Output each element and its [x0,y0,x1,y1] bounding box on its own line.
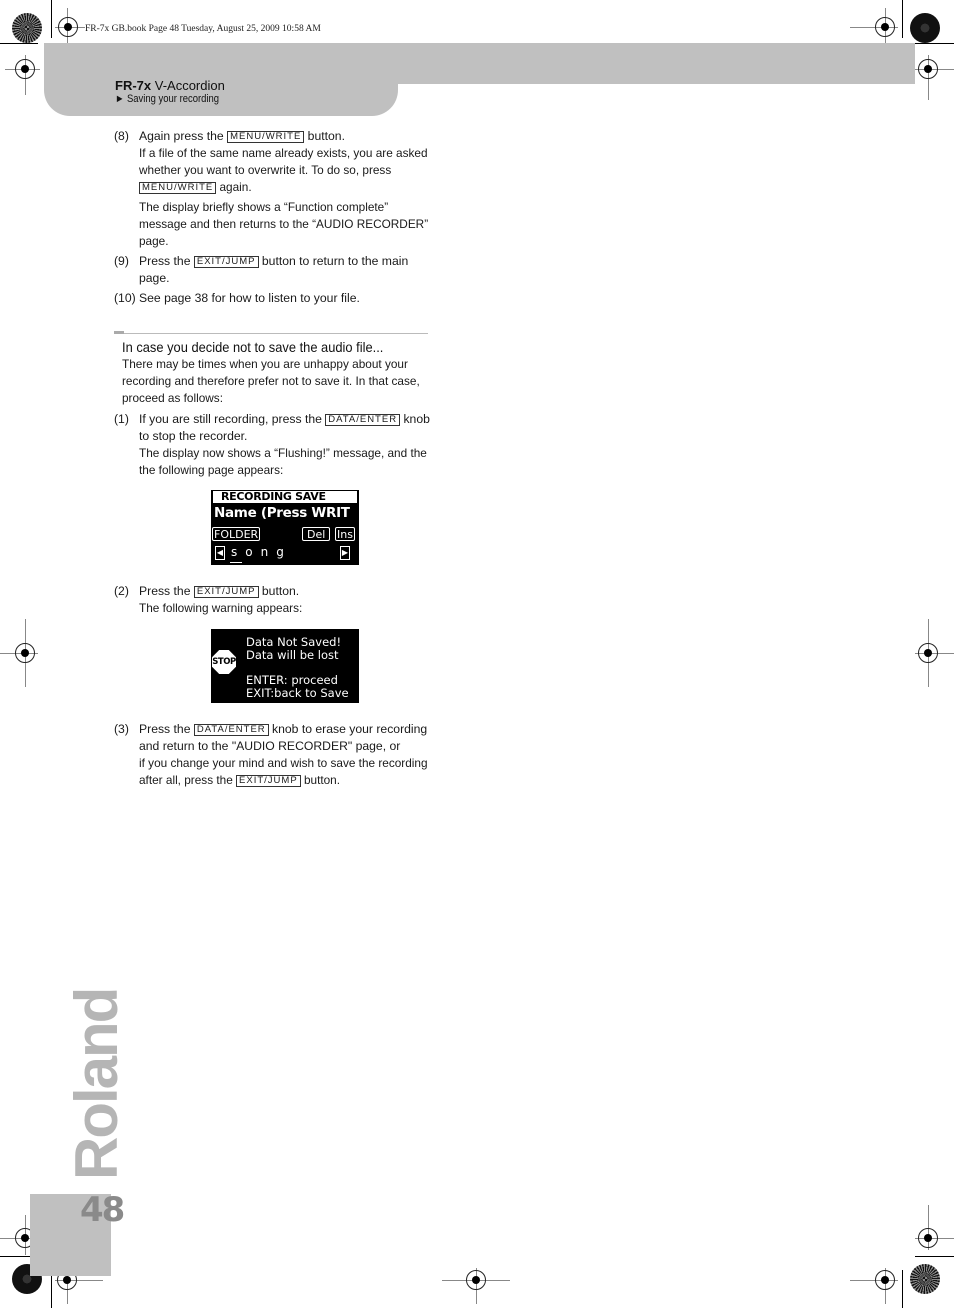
section-divider [114,331,428,334]
crop-mark [915,43,954,44]
lcd-ins-button: Ins [335,527,355,541]
step-text: Press the EXIT/JUMP button to return to … [139,254,409,285]
lcd-warning: STOP Data Not Saved! Data will be lost E… [211,629,359,703]
crosshair-icon [918,1228,938,1248]
registration-star-icon [910,1264,940,1294]
step-text: Press the EXIT/JUMP button. [139,584,300,598]
product-name: V-Accordion [151,78,225,93]
step-9: (9) Press the EXIT/JUMP button to return… [114,253,434,287]
key-label: MENU/WRITE [227,131,305,143]
step-number: (1) [114,412,129,426]
step-detail: The display now shows a “Flushing!” mess… [139,446,427,477]
crop-mark [902,1270,903,1308]
lcd-title: RECORDING SAVE [213,491,357,503]
step-number: (10) [114,291,136,305]
step-text: If you are still recording, press the DA… [139,412,430,443]
step-text: Again press the MENU/WRITE button. [139,129,345,143]
key-label: EXIT/JUMP [236,775,301,787]
key-label: DATA/ENTER [325,414,401,426]
roland-logo: Roland [63,988,130,1180]
section-heading: In case you decide not to save the audio… [122,339,384,355]
lcd-name-line: Name (Press WRIT [214,505,350,521]
step-10: (10) See page 38 for how to listen to yo… [114,290,434,307]
step-detail: if you change your mind and wish to save… [139,756,428,787]
step-text: See page 38 for how to listen to your fi… [139,291,360,305]
lcd-folder-button: FOLDER [212,527,261,541]
lcd-file-name: song [231,545,292,559]
key-label: EXIT/JUMP [193,586,259,598]
step-number: (9) [114,254,129,268]
step-text: Press the DATA/ENTER knob to erase your … [139,722,428,753]
crop-mark [0,43,38,44]
crop-mark [51,0,52,38]
lcd-del-button: Del [302,527,331,541]
crosshair-icon [918,59,938,79]
key-label: MENU/WRITE [139,182,217,194]
step-3: (3) Press the DATA/ENTER knob to erase y… [114,721,434,755]
right-arrow-icon: ▶ [340,546,350,560]
step-1: (1) If you are still recording, press th… [114,411,434,445]
lcd-warning-line: EXIT:back to Save [246,686,349,700]
crosshair-icon [875,17,895,37]
step-8: (8) Again press the MENU/WRITE button. [114,128,434,145]
key-label: DATA/ENTER [193,724,269,736]
lcd-recording-save: RECORDING SAVE Name (Press WRIT FOLDER D… [211,490,359,565]
crosshair-icon [15,59,35,79]
breadcrumb: ► Saving your recording [115,93,220,105]
crop-mark [915,1256,954,1257]
step-number: (3) [114,722,129,736]
step-number: (8) [114,129,129,143]
crosshair-icon [58,17,78,37]
step-detail: The display briefly shows a “Function co… [139,200,429,248]
header-title: FR-7x V-Accordion [115,78,225,93]
page-number: 48 [80,1190,125,1230]
crosshair-icon [15,643,35,663]
registration-star-icon [910,13,940,43]
lcd-cursor [230,562,242,563]
section-intro: There may be times when you are unhappy … [122,357,420,405]
file-info: FR-7x GB.book Page 48 Tuesday, August 25… [85,24,321,34]
crosshair-icon [918,643,938,663]
key-label: EXIT/JUMP [193,256,259,268]
stop-sign-icon: STOP [212,650,236,674]
left-arrow-icon: ◀ [215,546,225,560]
crosshair-icon [875,1270,895,1290]
crop-mark [902,0,903,38]
step-detail: The following warning appears: [139,601,303,615]
registration-star-icon [12,13,42,43]
lcd-warning-line: Data will be lost [246,648,339,662]
model-name: FR-7x [115,78,152,93]
crosshair-icon [466,1270,486,1290]
step-number: (2) [114,584,129,598]
step-2: (2) Press the EXIT/JUMP button. [114,583,434,600]
step-detail: If a file of the same name already exist… [139,146,428,194]
